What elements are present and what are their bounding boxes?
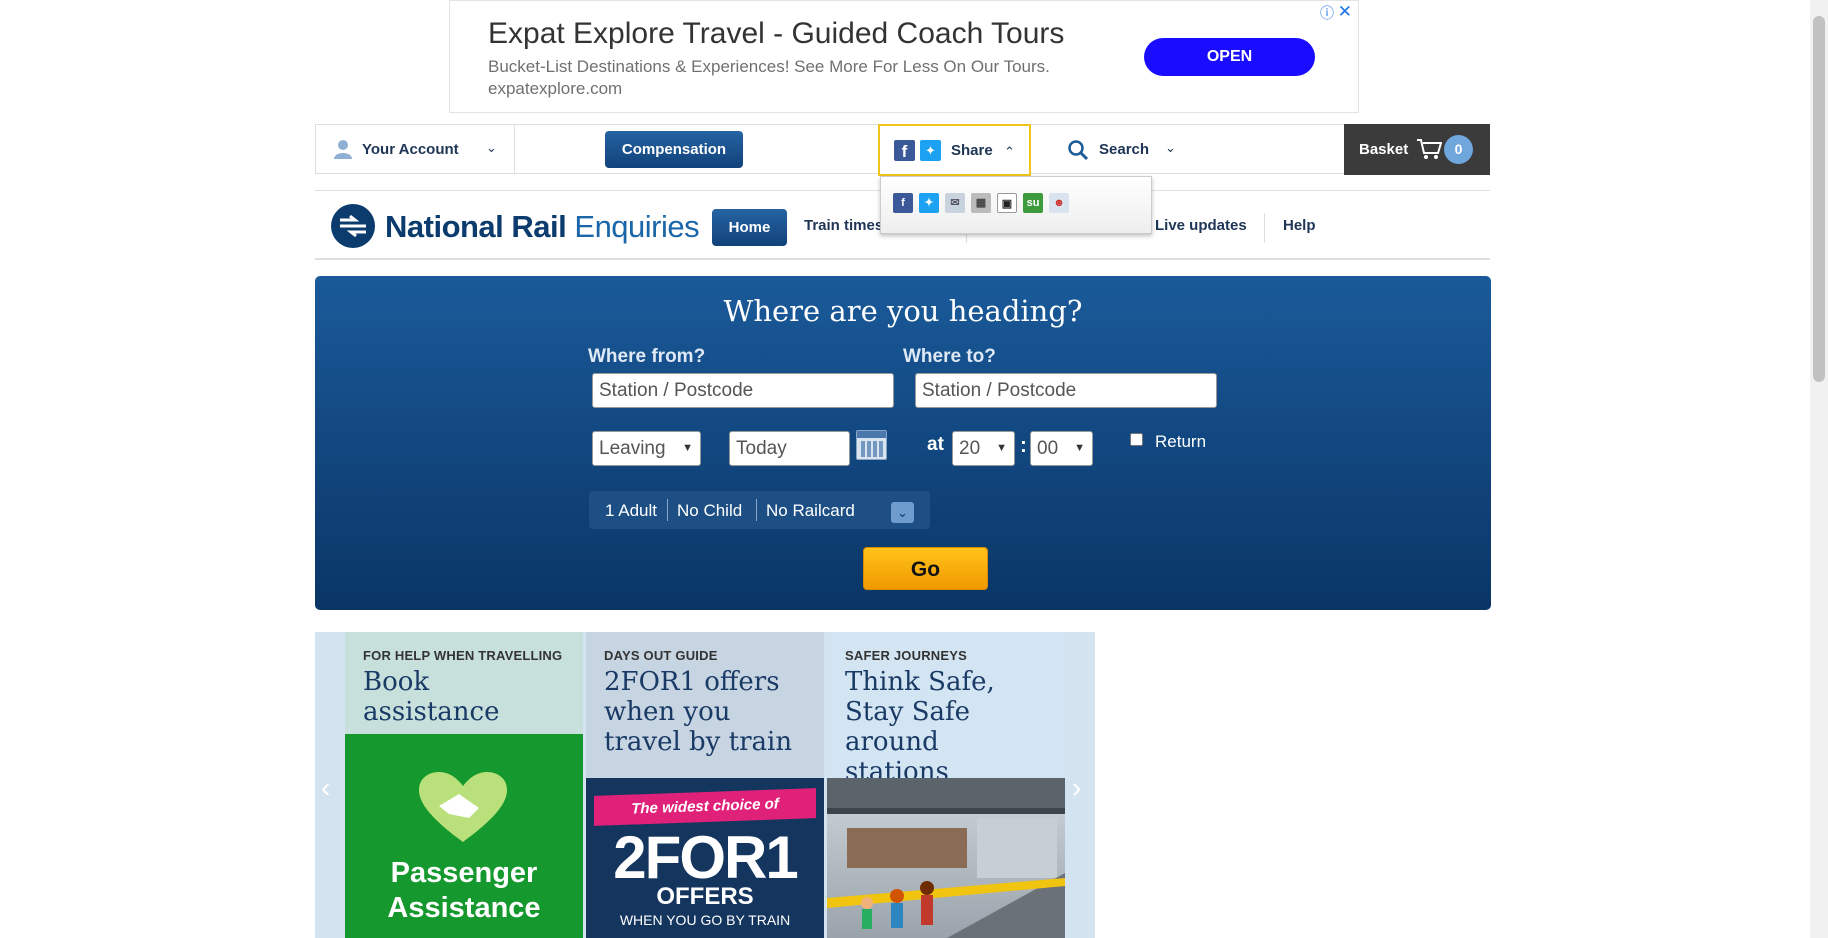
- facebook-icon: f: [894, 140, 915, 161]
- page: Expat Explore Travel - Guided Coach Tour…: [0, 0, 1828, 938]
- card-header: SAFER JOURNEYS Think Safe, Stay Safe aro…: [827, 632, 1065, 787]
- account-label: Your Account: [362, 141, 459, 158]
- promo-card-2for1[interactable]: DAYS OUT GUIDE 2FOR1 offers when you tra…: [586, 632, 824, 938]
- minute-select[interactable]: 00 ▼: [1030, 431, 1093, 466]
- card-kicker: DAYS OUT GUIDE: [604, 648, 718, 663]
- user-icon: [334, 140, 352, 159]
- station-illustration: [827, 778, 1065, 938]
- passenger-assistance-text: Passenger Assistance: [387, 857, 541, 924]
- share-dropdown: f ✦ ✉ ▦ ▣ su ☻: [880, 176, 1152, 234]
- adults-count: 1 Adult: [605, 501, 657, 520]
- calendar-icon[interactable]: [856, 430, 887, 460]
- 2for1-big-text: 2FOR1: [613, 824, 798, 891]
- return-label[interactable]: Return: [1155, 432, 1206, 452]
- promo-carousel: ‹ › FOR HELP WHEN TRAVELLING Book assist…: [315, 632, 1095, 938]
- stumbleupon-icon[interactable]: su: [1023, 193, 1043, 213]
- reddit-icon[interactable]: ☻: [1049, 193, 1069, 213]
- select-arrow-icon: ▼: [682, 442, 693, 454]
- time-colon: :: [1020, 434, 1027, 457]
- carousel-next-icon[interactable]: ›: [1072, 772, 1081, 804]
- carousel-prev-icon[interactable]: ‹: [321, 772, 330, 804]
- national-rail-logo-icon[interactable]: [331, 204, 375, 248]
- basket-label: Basket: [1359, 141, 1409, 158]
- return-checkbox[interactable]: [1130, 433, 1143, 446]
- share-label: Share: [951, 142, 993, 159]
- account-menu[interactable]: Your Account ⌄: [315, 125, 515, 174]
- chevron-down-icon: ⌄: [486, 140, 497, 155]
- promo-card-assistance[interactable]: FOR HELP WHEN TRAVELLING Book assistance…: [345, 632, 583, 938]
- card-title: Book assistance: [363, 667, 500, 727]
- leaving-select-value: Leaving: [599, 438, 666, 459]
- hour-select[interactable]: 20 ▼: [952, 431, 1015, 466]
- from-label: Where from?: [588, 346, 706, 367]
- ad-open-button[interactable]: OPEN: [1144, 38, 1315, 76]
- hour-select-value: 20: [959, 438, 981, 459]
- card-kicker: FOR HELP WHEN TRAVELLING: [363, 648, 563, 663]
- basket-count-badge: 0: [1444, 135, 1473, 164]
- passenger-selector[interactable]: 1 Adult No Child No Railcard ⌄: [589, 491, 930, 529]
- nav-live-updates[interactable]: Live updates: [1155, 217, 1247, 234]
- ad-title[interactable]: Expat Explore Travel - Guided Coach Tour…: [488, 17, 1064, 51]
- share-button[interactable]: f ✦ Share ⌃: [878, 124, 1031, 176]
- brand-bold: National Rail: [385, 209, 567, 244]
- 2for1-offers-text: OFFERS: [656, 883, 754, 910]
- minute-select-value: 00: [1037, 438, 1059, 459]
- delicious-icon[interactable]: ▦: [971, 193, 991, 213]
- children-count: No Child: [677, 501, 743, 520]
- to-label: Where to?: [903, 346, 996, 367]
- search-icon: [1068, 140, 1089, 161]
- search-label: Search: [1099, 141, 1150, 158]
- nav-help[interactable]: Help: [1283, 217, 1316, 234]
- ad-domain[interactable]: expatexplore.com: [488, 79, 622, 99]
- chevron-down-icon: ⌄: [1165, 140, 1176, 155]
- digg-icon[interactable]: ▣: [997, 193, 1017, 213]
- chevron-up-icon: ⌃: [1004, 144, 1015, 159]
- select-arrow-icon: ▼: [996, 442, 1007, 454]
- ad-close-icon[interactable]: ✕: [1338, 2, 1352, 22]
- card-kicker: SAFER JOURNEYS: [845, 648, 967, 663]
- nav-home[interactable]: Home: [712, 209, 787, 246]
- card-title: Think Safe, Stay Safe around stations: [845, 667, 995, 787]
- chevron-down-icon[interactable]: ⌄: [891, 502, 914, 523]
- passenger-divider: [667, 499, 668, 521]
- station-platform-image: [827, 778, 1065, 938]
- passenger-assistance-image: Passenger Assistance: [345, 734, 583, 938]
- ad-banner[interactable]: Expat Explore Travel - Guided Coach Tour…: [449, 0, 1359, 113]
- promo-card-safer-journeys[interactable]: SAFER JOURNEYS Think Safe, Stay Safe aro…: [827, 632, 1065, 938]
- scrollbar-thumb[interactable]: [1813, 16, 1825, 382]
- card-header: FOR HELP WHEN TRAVELLING Book assistance: [345, 632, 583, 732]
- to-station-input[interactable]: Station / Postcode: [915, 373, 1217, 408]
- planner-title: Where are you heading?: [723, 294, 1083, 328]
- railcard-value: No Railcard: [766, 501, 855, 520]
- go-button[interactable]: Go: [863, 547, 988, 590]
- 2for1-offers-image: The widest choice of 2FOR1 OFFERS WHEN Y…: [586, 778, 824, 938]
- cart-icon: [1417, 139, 1442, 159]
- date-input[interactable]: Today: [729, 431, 850, 466]
- email-icon[interactable]: ✉: [945, 193, 965, 213]
- facebook-icon[interactable]: f: [893, 193, 913, 213]
- top-toolbar: Your Account ⌄ Compensation f ✦ Share ⌃ …: [315, 124, 1490, 176]
- ad-info-icon[interactable]: ⓘ: [1320, 3, 1334, 23]
- site-logo-text[interactable]: National Rail Enquiries: [385, 209, 700, 245]
- select-arrow-icon: ▼: [1074, 442, 1085, 454]
- journey-planner: Where are you heading? Where from? Where…: [315, 276, 1491, 610]
- brand-light: Enquiries: [574, 209, 700, 244]
- passenger-divider: [756, 499, 757, 521]
- nav-train-times[interactable]: Train times: [804, 217, 883, 234]
- 2for1-banner: The widest choice of: [594, 788, 816, 826]
- ad-description: Bucket-List Destinations & Experiences! …: [488, 57, 1050, 76]
- nav-divider: [1264, 213, 1265, 243]
- from-station-input[interactable]: Station / Postcode: [592, 373, 894, 408]
- 2for1-sub-text: WHEN YOU GO BY TRAIN: [619, 912, 791, 928]
- heart-handshake-icon: [419, 772, 507, 842]
- basket-button[interactable]: Basket 0: [1344, 124, 1490, 175]
- card-title: 2FOR1 offers when you travel by train: [604, 667, 793, 757]
- leaving-arriving-select[interactable]: Leaving ▼: [592, 431, 701, 466]
- card-header: DAYS OUT GUIDE 2FOR1 offers when you tra…: [586, 632, 824, 757]
- page-scrollbar[interactable]: [1810, 0, 1828, 938]
- at-label: at: [927, 434, 944, 455]
- compensation-button[interactable]: Compensation: [605, 131, 743, 168]
- twitter-icon[interactable]: ✦: [919, 193, 939, 213]
- twitter-icon: ✦: [920, 140, 941, 161]
